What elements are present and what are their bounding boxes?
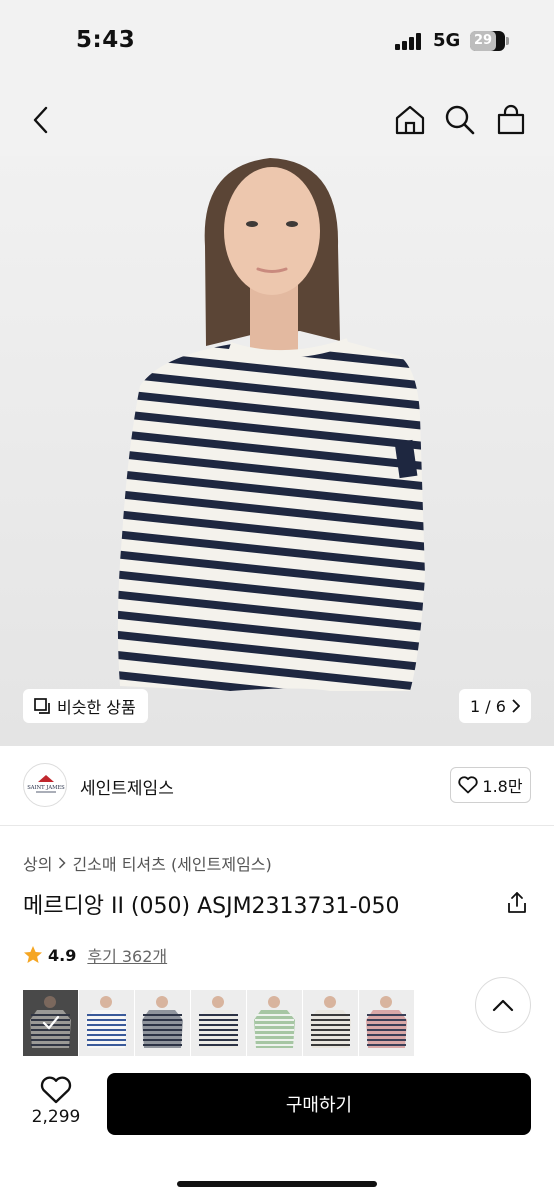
bottom-bar: 2,299 구매하기 [0, 1058, 554, 1200]
image-pager[interactable]: 1 / 6 [459, 689, 531, 723]
color-thumbnail-ecru-black[interactable] [303, 990, 358, 1056]
star-icon [24, 946, 42, 963]
brand-like-button[interactable]: 1.8만 [450, 767, 531, 803]
heart-icon [458, 776, 479, 794]
breadcrumb-item[interactable]: 긴소매 티셔츠 (세인트제임스) [72, 851, 271, 875]
nav-bar [0, 84, 554, 156]
brand-like-count: 1.8만 [482, 777, 523, 796]
color-thumbnail-pink-navy[interactable] [359, 990, 414, 1056]
brand-row: SAINT JAMES 세인트제임스 1.8만 [0, 746, 554, 826]
check-icon [42, 1015, 60, 1030]
rating: 4.9 후기 362개 [23, 943, 167, 967]
product-title: 메르디앙 II (050) ASJM2313731-050 [23, 894, 400, 919]
network-label: 5G [433, 30, 461, 51]
home-indicator [177, 1181, 377, 1187]
search-button[interactable] [443, 102, 477, 138]
product-image[interactable]: 비슷한 상품 1 / 6 [0, 156, 554, 746]
battery-icon: 29 [470, 31, 505, 51]
buy-button[interactable]: 구매하기 [107, 1073, 531, 1135]
chevron-up-icon [492, 999, 514, 1012]
status-time: 5:43 [76, 27, 136, 53]
thumbnail-image [86, 996, 127, 1048]
brand-name[interactable]: 세인트제임스 [80, 774, 174, 799]
status-bar: 5:43 5G 29 [0, 0, 554, 84]
review-link[interactable]: 후기 362개 [87, 943, 167, 967]
color-thumbnail-ecru-navy[interactable] [191, 990, 246, 1056]
breadcrumb-item[interactable]: 상의 [23, 851, 52, 875]
color-thumbnails [23, 990, 418, 1056]
chevron-right-icon [59, 857, 67, 869]
color-thumbnail-grey-navy[interactable] [135, 990, 190, 1056]
battery-tip [506, 37, 509, 45]
thumbnail-image [366, 996, 407, 1048]
saint-james-logo-icon: SAINT JAMES [27, 775, 65, 793]
thumbnail-image [198, 996, 239, 1048]
thumbnail-image [310, 996, 351, 1048]
rating-value: 4.9 [48, 945, 77, 965]
wishlist-button[interactable]: 2,299 [23, 1076, 89, 1127]
thumbnail-image [142, 996, 183, 1048]
signal-icon [395, 33, 423, 50]
share-icon [508, 892, 526, 913]
shopping-bag-icon [497, 104, 525, 135]
copy-icon [34, 698, 50, 714]
chevron-left-icon [33, 106, 48, 134]
page-indicator: 1 / 6 [470, 696, 506, 716]
color-thumbnail-white-blue[interactable] [79, 990, 134, 1056]
thumbnail-image [254, 996, 295, 1048]
chevron-right-icon [512, 699, 520, 713]
brand-logo-text: SAINT JAMES [27, 785, 65, 791]
similar-products-button[interactable]: 비슷한 상품 [23, 689, 148, 723]
cart-button[interactable] [494, 102, 528, 138]
brand-logo[interactable]: SAINT JAMES [23, 763, 67, 807]
heart-icon [40, 1076, 72, 1104]
scroll-top-button[interactable] [475, 977, 531, 1033]
wishlist-count: 2,299 [31, 1107, 81, 1127]
model-photo [117, 158, 426, 691]
battery-level: 29 [470, 31, 496, 51]
breadcrumb: 상의 긴소매 티셔츠 (세인트제임스) [23, 851, 272, 875]
color-thumbnail-green-white[interactable] [247, 990, 302, 1056]
similar-products-label: 비슷한 상품 [57, 698, 136, 717]
search-icon [445, 105, 475, 135]
home-button[interactable] [393, 102, 427, 138]
color-thumbnail-navy-ecru[interactable] [23, 990, 78, 1056]
back-button[interactable] [24, 102, 58, 138]
share-button[interactable] [504, 890, 530, 916]
home-icon [395, 105, 425, 135]
